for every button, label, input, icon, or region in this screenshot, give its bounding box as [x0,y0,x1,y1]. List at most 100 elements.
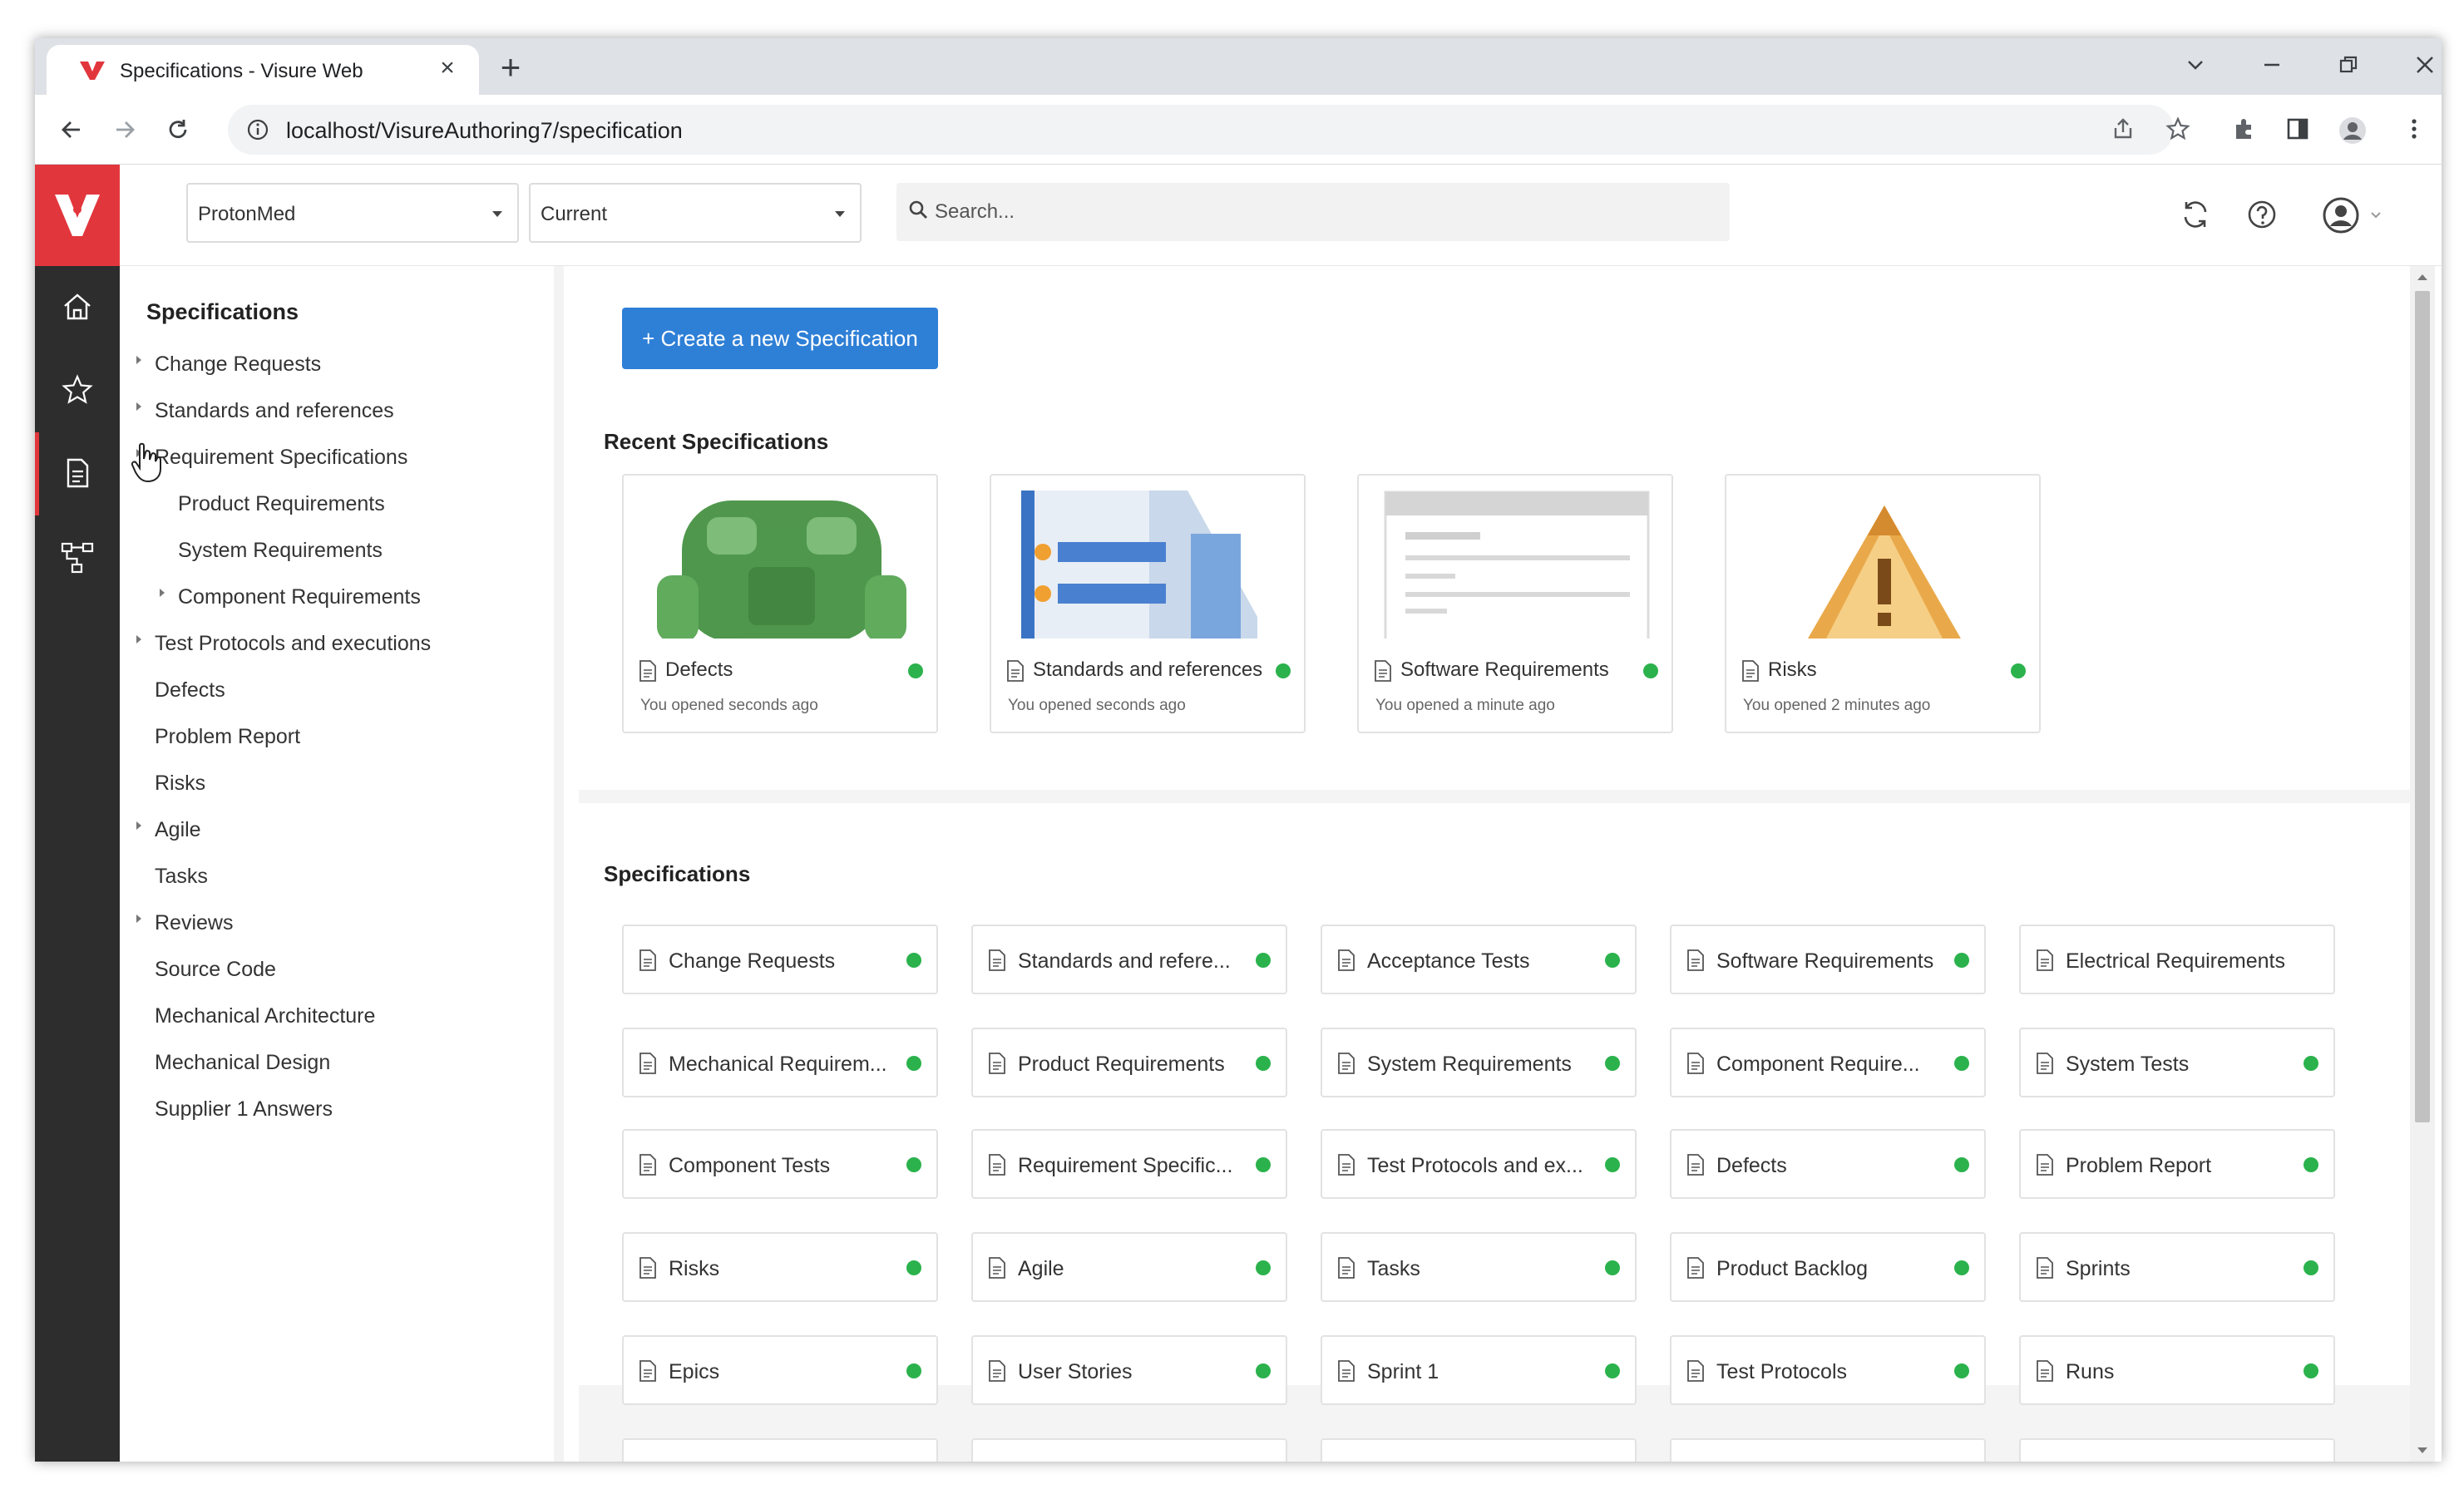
close-window-icon[interactable] [2400,47,2442,83]
forward-icon[interactable] [105,110,145,150]
minimize-icon[interactable] [2247,47,2297,83]
expand-caret-icon[interactable] [160,589,165,597]
scroll-down-icon[interactable] [2417,1447,2427,1453]
tree-item-label: Supplier 1 Answers [155,1097,333,1121]
spec-card[interactable]: System Tests [2019,1028,2335,1097]
expand-caret-icon[interactable] [136,635,141,643]
create-specification-button[interactable]: + Create a new Specification [622,308,938,369]
tree-item[interactable]: Supplier 1 Answers [155,1097,333,1122]
search-box[interactable] [896,183,1730,241]
spec-card[interactable]: System Requirements [1321,1028,1637,1097]
baseline-selector[interactable]: Current [529,183,862,243]
browser-menu-icon[interactable] [2397,111,2433,148]
document-icon [2037,1360,2053,1382]
spec-card[interactable]: Agile [971,1232,1287,1302]
document-icon [2037,1154,2053,1176]
profile-icon[interactable] [2333,111,2370,148]
spec-card[interactable] [1321,1438,1637,1462]
spec-card[interactable]: Component Require... [1670,1028,1986,1097]
expand-caret-icon[interactable] [136,915,141,923]
recent-card-risks[interactable]: Risks You opened 2 minutes ago [1725,474,2041,733]
rail-favorites[interactable] [35,349,120,432]
rail-specifications[interactable] [35,432,120,515]
visure-logo[interactable] [35,165,120,266]
recent-card-name: Risks [1768,658,1817,681]
spec-card[interactable]: Change Requests [622,925,938,994]
tree-item[interactable]: Test Protocols and executions [155,632,431,656]
spec-card[interactable] [2019,1438,2335,1462]
scrollbar[interactable] [2410,266,2435,1462]
expand-caret-icon[interactable] [136,402,141,411]
tree-item[interactable]: Agile [155,818,201,842]
tab-close-icon[interactable]: × [434,55,461,81]
bookmark-star-icon[interactable] [2160,111,2197,148]
recent-card-standards[interactable]: Standards and references You opened seco… [990,474,1306,733]
spec-card[interactable]: Test Protocols and ex... [1321,1129,1637,1199]
spec-card[interactable]: Sprint 1 [1321,1335,1637,1405]
search-input[interactable] [935,196,1683,228]
spec-card[interactable]: Sprints [2019,1232,2335,1302]
tree-item[interactable]: Reviews [155,911,233,935]
tree-item[interactable]: Defects [155,678,225,703]
side-panel-icon[interactable] [2280,111,2317,148]
tree-item[interactable]: Mechanical Architecture [155,1004,375,1028]
tree-item[interactable]: Problem Report [155,725,300,749]
spec-card[interactable] [622,1438,938,1462]
browser-window: Specifications - Visure Web × + localhos… [35,38,2442,1462]
project-selector[interactable]: ProtonMed [186,183,519,243]
recent-card-software[interactable]: Software Requirements You opened a minut… [1357,474,1673,733]
spec-card[interactable]: Software Requirements [1670,925,1986,994]
tree-item[interactable]: Tasks [155,865,208,889]
refresh-icon[interactable] [2179,198,2215,234]
tree-item[interactable]: Source Code [155,958,276,982]
tree-item[interactable]: Change Requests [155,353,321,377]
spec-card[interactable]: Electrical Requirements [2019,925,2335,994]
tree-item[interactable]: Risks [155,772,205,796]
expand-caret-icon[interactable] [136,821,141,830]
spec-card[interactable]: Test Protocols [1670,1335,1986,1405]
tree-item[interactable]: Standards and references [155,399,394,423]
address-bar[interactable]: localhost/VisureAuthoring7/specification [228,105,2174,155]
tree-item[interactable]: Mechanical Design [155,1051,330,1075]
help-icon[interactable] [2245,198,2282,234]
spec-card[interactable]: Defects [1670,1129,1986,1199]
tab-search-icon[interactable] [2170,47,2220,83]
spec-card[interactable]: Mechanical Requirem... [622,1028,938,1097]
spec-card[interactable]: Component Tests [622,1129,938,1199]
expand-caret-icon[interactable] [136,356,141,364]
spec-card[interactable]: Acceptance Tests [1321,925,1637,994]
extensions-icon[interactable] [2227,111,2264,148]
spec-card[interactable]: Product Backlog [1670,1232,1986,1302]
spec-card[interactable]: User Stories [971,1335,1287,1405]
scroll-up-icon[interactable] [2417,274,2427,280]
recent-card-defects[interactable]: Defects You opened seconds ago [622,474,938,733]
spec-card[interactable]: Tasks [1321,1232,1637,1302]
tree-item[interactable]: System Requirements [178,539,383,563]
tree-item[interactable]: Product Requirements [178,492,385,516]
spec-card[interactable]: Standards and refere... [971,925,1287,994]
rail-traceability[interactable] [35,515,120,599]
spec-card-name: System Requirements [1367,1053,1572,1076]
spec-card[interactable]: Product Requirements [971,1028,1287,1097]
spec-card[interactable]: Epics [622,1335,938,1405]
spec-card[interactable] [971,1438,1287,1462]
scrollbar-thumb[interactable] [2415,291,2430,1122]
spec-card[interactable]: Problem Report [2019,1129,2335,1199]
document-icon [989,1154,1005,1176]
spec-card[interactable]: Runs [2019,1335,2335,1405]
rail-home[interactable] [35,266,120,349]
browser-tab[interactable]: Specifications - Visure Web × [47,45,479,95]
user-menu[interactable] [2322,196,2388,234]
tree-item[interactable]: Component Requirements [178,585,421,609]
reload-icon[interactable] [158,110,198,150]
back-icon[interactable] [52,110,91,150]
tree-item[interactable]: Requirement Specifications [155,446,407,470]
document-icon [1375,660,1391,682]
spec-card[interactable]: Risks [622,1232,938,1302]
new-tab-icon[interactable]: + [492,50,529,86]
spec-card[interactable]: Requirement Specific... [971,1129,1287,1199]
restore-icon[interactable] [2323,47,2373,83]
share-icon[interactable] [2106,111,2142,148]
spec-card[interactable] [1670,1438,1986,1462]
site-info-icon[interactable] [246,118,269,141]
